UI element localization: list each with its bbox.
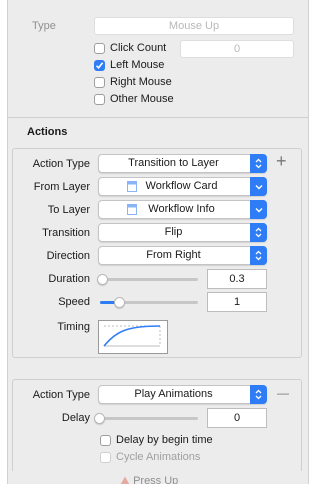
to-layer-popup[interactable]: Workflow Info (98, 200, 267, 219)
click-count-field[interactable]: 0 (180, 40, 294, 58)
right-mouse-checkbox[interactable] (94, 77, 105, 88)
transition-label: Transition (42, 227, 90, 239)
section-divider (8, 117, 308, 118)
other-mouse-checkbox[interactable] (94, 94, 105, 105)
delay-by-begin-label: Delay by begin time (116, 434, 213, 446)
speed-input[interactable]: 1 (207, 292, 267, 312)
chevron-down-icon (250, 200, 267, 219)
action-type-label: Action Type (32, 158, 90, 170)
inspector-panel: Type Mouse Up Click Count 0 Left Mouse R… (7, 0, 309, 484)
action-type-label: Action Type (32, 389, 90, 401)
speed-slider-knob[interactable] (113, 297, 125, 308)
delay-label: Delay (61, 412, 90, 424)
checkmark-icon (95, 62, 104, 69)
updown-chevron-icon (250, 154, 267, 173)
action-card-transition: Action Type Transition to Layer + From L… (12, 148, 302, 358)
transition-value: Flip (164, 226, 183, 238)
cycle-animations-label: Cycle Animations (116, 451, 201, 463)
delay-by-begin-checkbox[interactable] (100, 435, 111, 446)
duration-slider[interactable] (96, 274, 198, 285)
delay-slider[interactable] (94, 413, 198, 424)
remove-action-button[interactable]: — (277, 386, 289, 400)
ease-curve-icon (103, 325, 161, 347)
add-action-button[interactable]: + (276, 151, 287, 172)
action-type-popup[interactable]: Play Animations (98, 385, 267, 404)
speed-slider[interactable] (100, 297, 198, 308)
from-layer-value: Workflow Card (99, 178, 248, 195)
timing-curve-editor[interactable] (98, 320, 168, 354)
actions-title: Actions (27, 126, 68, 138)
layer-icon (127, 181, 137, 192)
type-label: Type (32, 20, 56, 32)
duration-slider-knob[interactable] (96, 274, 108, 285)
transition-popup[interactable]: Flip (98, 223, 267, 242)
next-trigger-label: Press Up (133, 475, 179, 484)
to-layer-value: Workflow Info (99, 201, 248, 218)
direction-label: Direction (46, 250, 90, 262)
click-count-label: Click Count (110, 42, 167, 54)
layer-icon (127, 204, 137, 215)
action-type-popup[interactable]: Transition to Layer (98, 154, 267, 173)
click-count-checkbox[interactable] (94, 43, 105, 54)
type-field[interactable]: Mouse Up (94, 17, 294, 35)
action-card-play-animations: Action Type Play Animations — Delay 0 De… (12, 379, 302, 471)
delay-slider-knob[interactable] (94, 413, 105, 424)
warning-icon (120, 476, 130, 484)
duration-input[interactable]: 0.3 (207, 269, 267, 289)
cycle-animations-checkbox[interactable] (100, 452, 111, 463)
updown-chevron-icon (250, 385, 267, 404)
direction-popup[interactable]: From Right (98, 246, 267, 265)
to-layer-label: To Layer (47, 204, 90, 216)
timing-label: Timing (57, 321, 90, 333)
updown-chevron-icon (250, 223, 267, 242)
left-mouse-checkbox[interactable] (94, 60, 105, 71)
right-mouse-label: Right Mouse (110, 76, 172, 88)
other-mouse-label: Other Mouse (110, 93, 174, 105)
duration-label: Duration (48, 273, 90, 285)
delay-input[interactable]: 0 (207, 408, 267, 428)
action-type-value: Play Animations (134, 388, 213, 400)
from-layer-popup[interactable]: Workflow Card (98, 177, 267, 196)
action-type-value: Transition to Layer (128, 157, 219, 169)
speed-label: Speed (58, 296, 90, 308)
direction-value: From Right (146, 249, 201, 261)
left-mouse-label: Left Mouse (110, 59, 165, 71)
chevron-down-icon (250, 177, 267, 196)
next-trigger-header: Press Up (120, 475, 178, 484)
from-layer-label: From Layer (33, 181, 90, 193)
updown-chevron-icon (250, 246, 267, 265)
